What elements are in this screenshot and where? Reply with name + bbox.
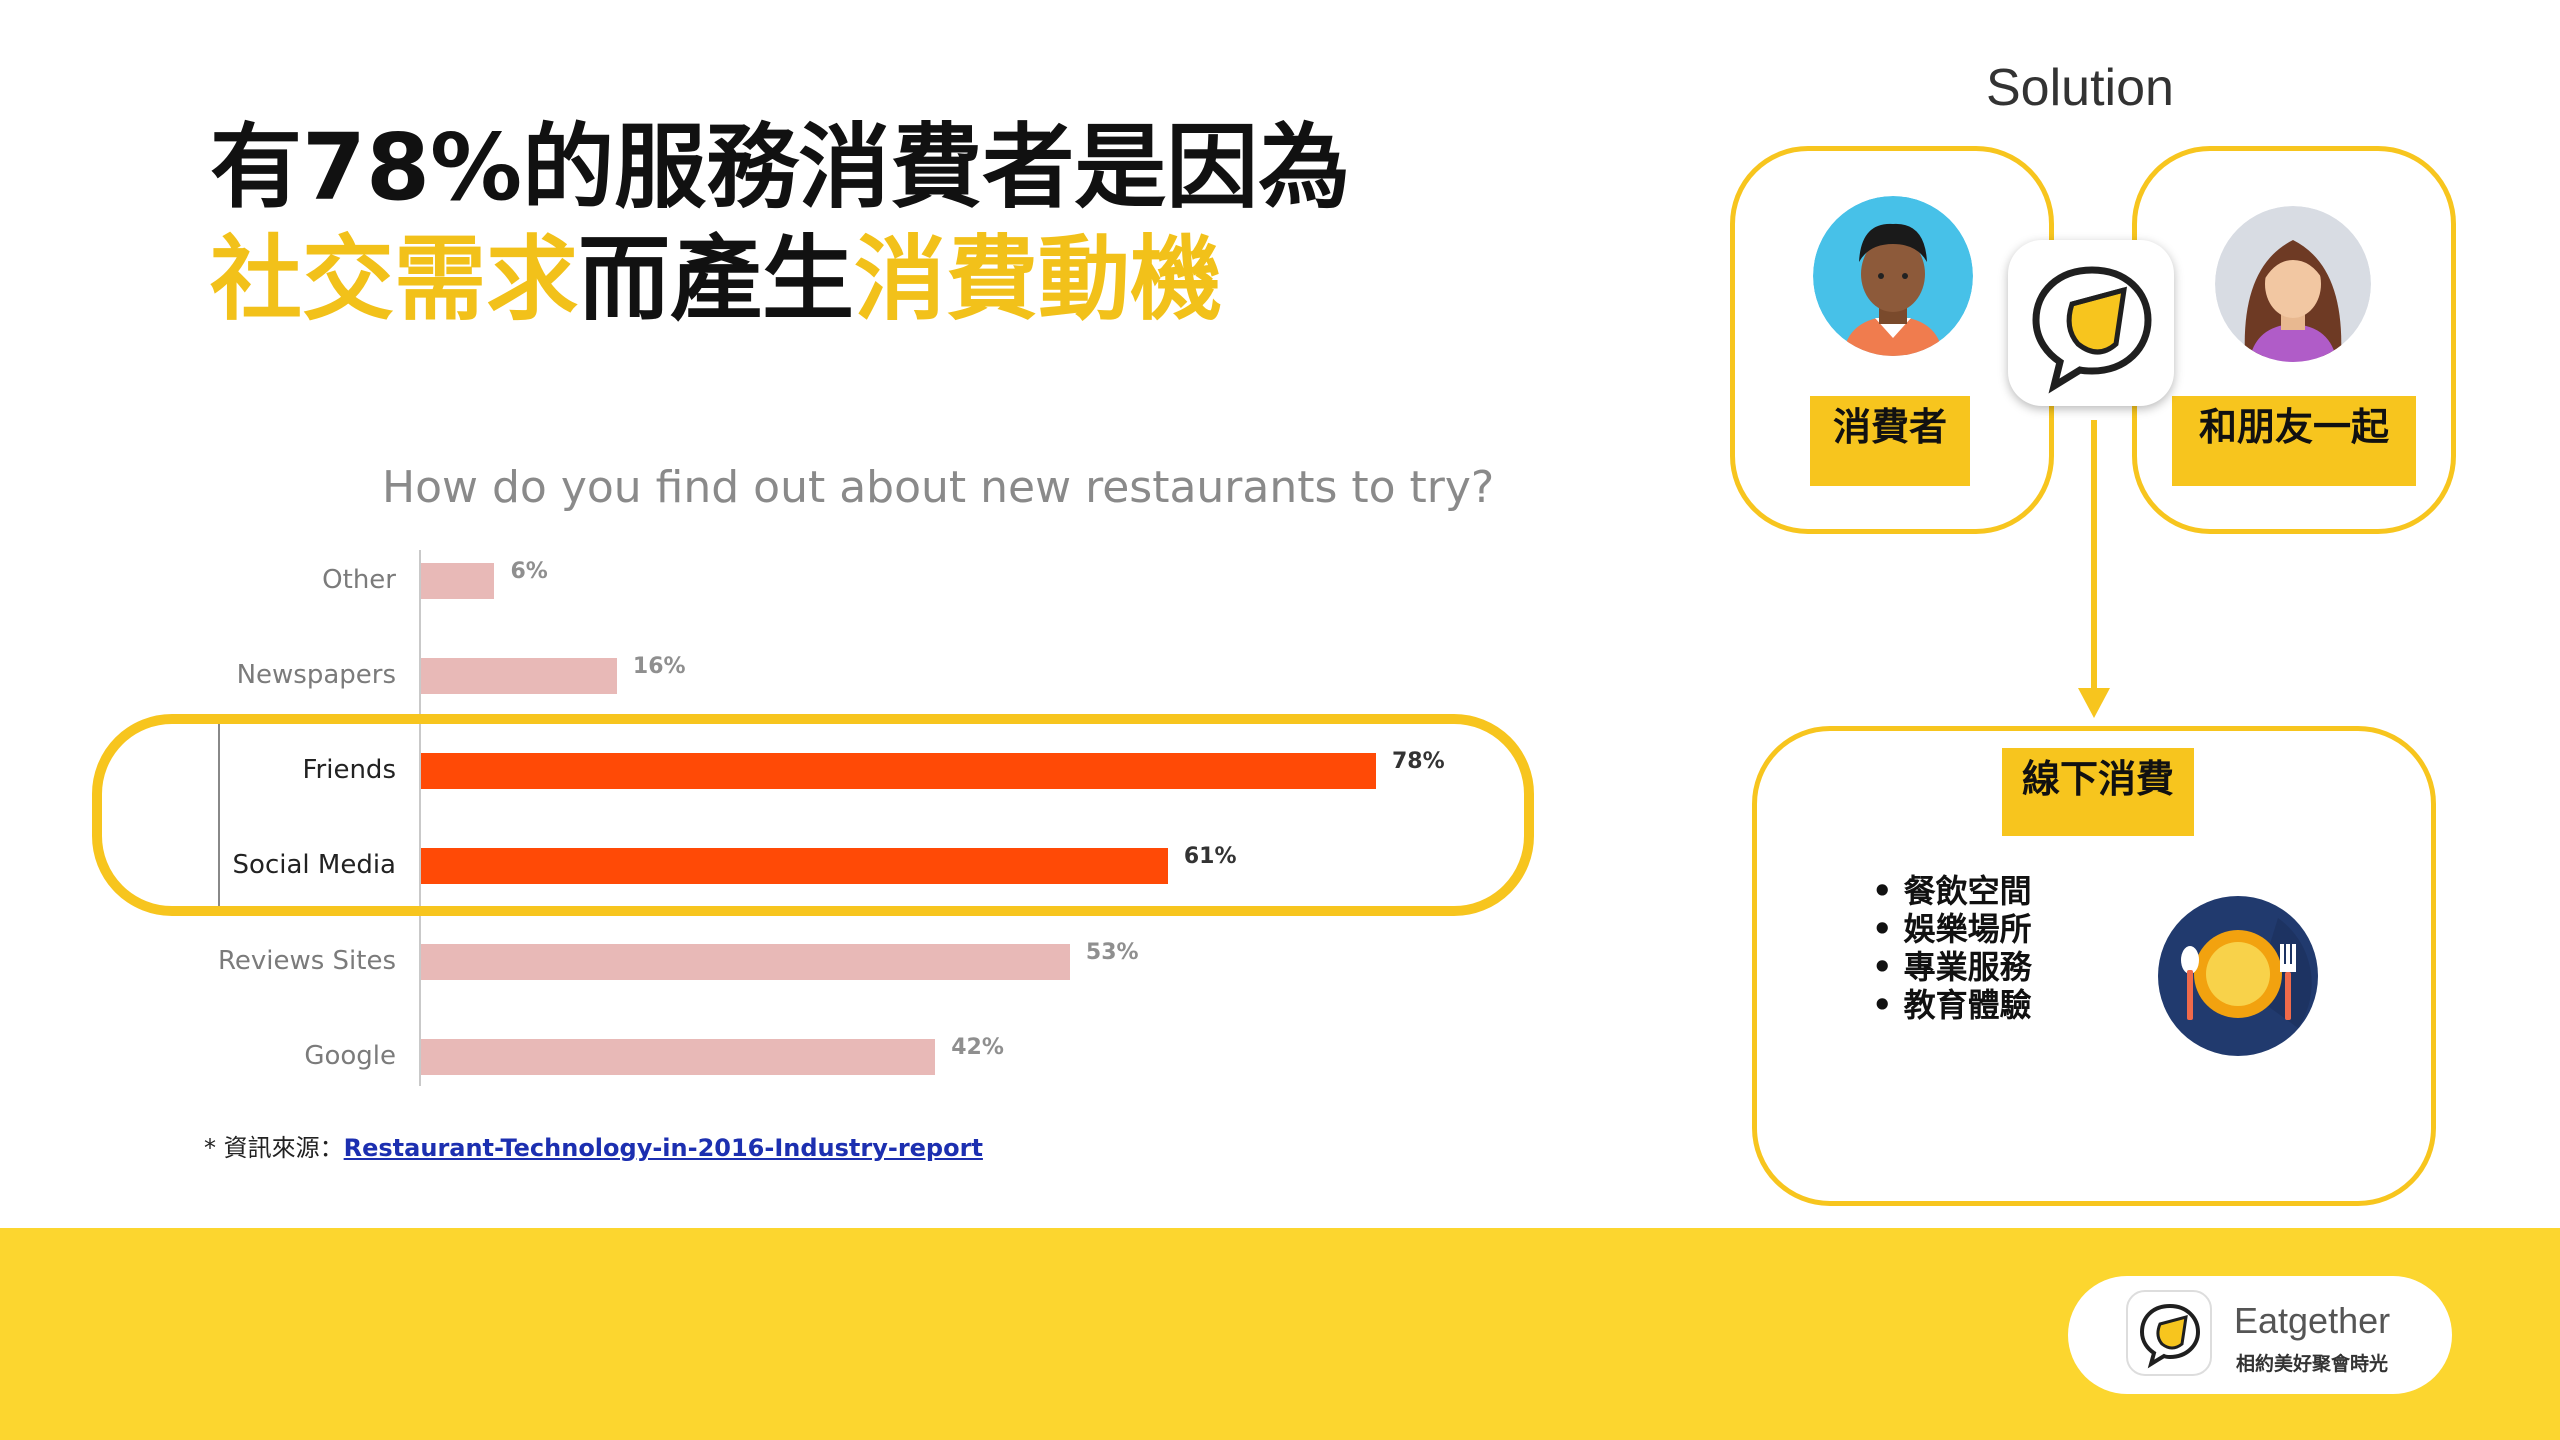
chart-highlight-outline	[92, 714, 1534, 916]
bar-value-label: 53%	[1085, 940, 1139, 965]
bar-value-label: 42%	[951, 1035, 1004, 1060]
headline-highlight-motive: 消費動機	[854, 226, 1223, 333]
offline-label: 線下消費	[2002, 748, 2194, 836]
male-avatar-icon	[1813, 196, 1973, 356]
consumer-label: 消費者	[1810, 396, 1970, 486]
chart-bar	[421, 944, 1070, 980]
flow-arrow-head-icon	[2078, 688, 2110, 718]
dining-plate-icon	[2158, 896, 2318, 1056]
category-label: Newspapers	[236, 660, 396, 690]
eatgether-logo-icon	[2126, 1290, 2212, 1376]
offline-item-entertainment: • 娛樂場所	[1872, 910, 2032, 948]
offline-item-education: • 教育體驗	[1872, 986, 2032, 1024]
chart-bar	[421, 563, 495, 599]
category-label: Reviews Sites	[217, 946, 396, 976]
source-link[interactable]: Restaurant-Technology-in-2016-Industry-r…	[344, 1134, 983, 1162]
bar-value-label: 6%	[510, 559, 548, 584]
source-prefix: * 資訊來源：	[204, 1134, 344, 1162]
brand-tagline: 相約美好聚會時光	[2236, 1353, 2389, 1375]
eatgether-app-icon	[2008, 240, 2174, 406]
category-label: Google	[304, 1041, 396, 1071]
chart-bar	[421, 658, 617, 694]
headline-line-1: 有78%的服務消費者是因為	[210, 114, 1351, 221]
headline-line-2: 社交需求而產生消費動機	[210, 224, 1350, 336]
headline-middle: 而產生	[578, 226, 855, 333]
female-avatar-icon	[2215, 206, 2371, 362]
category-label: Other	[322, 565, 396, 595]
flow-arrow-line	[2091, 420, 2097, 692]
brand-name: Eatgether	[2234, 1300, 2391, 1341]
source-note: * 資訊來源：Restaurant-Technology-in-2016-Ind…	[204, 1128, 983, 1163]
chart-title: How do you find out about new restaurant…	[382, 462, 1495, 513]
offline-item-dining: • 餐飲空間	[1872, 872, 2032, 910]
headline-highlight-social: 社交需求	[210, 226, 579, 333]
headline: 有78%的服務消費者是因為 社交需求而產生消費動機	[210, 112, 1350, 336]
offline-item-professional: • 專業服務	[1872, 948, 2032, 986]
bar-value-label: 16%	[632, 654, 686, 679]
friends-label: 和朋友一起	[2172, 396, 2416, 486]
offline-list: • 餐飲空間 • 娛樂場所 • 專業服務 • 教育體驗	[1872, 872, 2032, 1024]
chart-bar	[421, 1039, 936, 1075]
solution-title: Solution	[1986, 59, 2174, 117]
